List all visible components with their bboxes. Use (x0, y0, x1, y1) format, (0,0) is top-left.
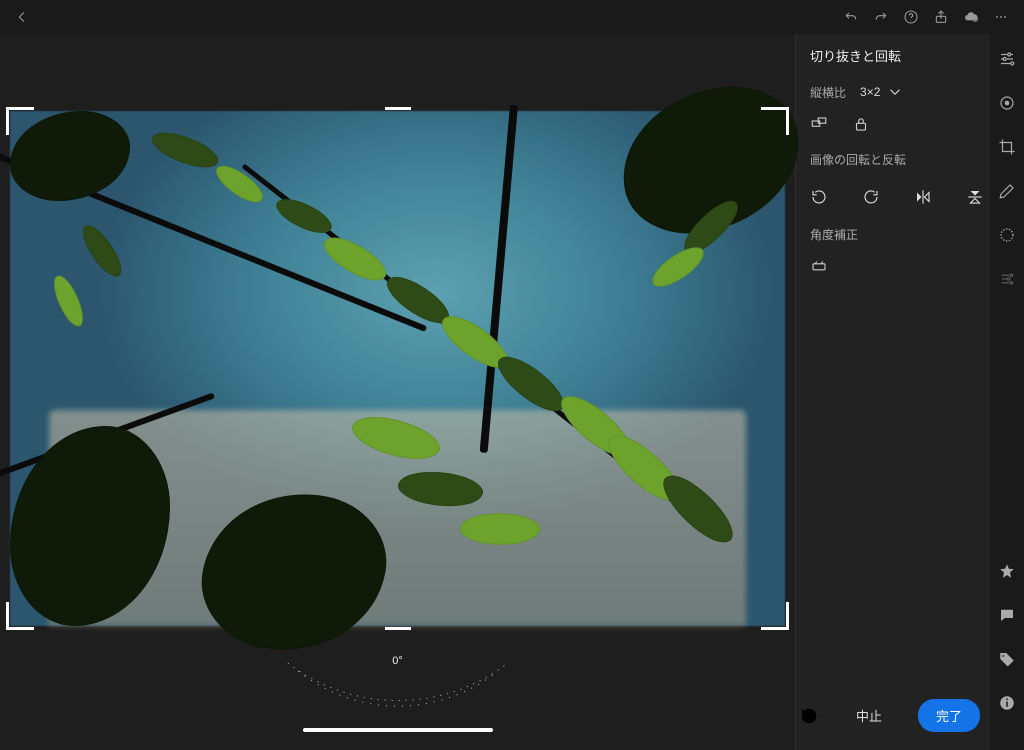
cloud-sync-icon[interactable] (956, 3, 986, 31)
home-indicator (0, 722, 795, 750)
aspect-value: 3×2 (860, 85, 880, 99)
rotate-right-button[interactable] (862, 186, 880, 208)
undo-button[interactable] (836, 3, 866, 31)
top-bar (0, 0, 1024, 34)
straighten-label: 角度補正 (810, 226, 976, 243)
share-icon[interactable] (926, 3, 956, 31)
comments-icon[interactable] (996, 604, 1018, 626)
swap-orientation-button[interactable] (810, 115, 828, 133)
adjust-tool[interactable] (996, 48, 1018, 70)
bottom-actions: 中止 完了 (798, 699, 980, 732)
photo-content (10, 111, 785, 626)
rotate-flip-label: 画像の回転と反転 (810, 151, 976, 168)
color-tool[interactable] (996, 92, 1018, 114)
presets-tool[interactable] (996, 268, 1018, 290)
tool-rail (990, 34, 1024, 750)
angle-dial[interactable] (278, 653, 518, 723)
flip-horizontal-button[interactable] (914, 186, 932, 208)
info-icon[interactable] (996, 692, 1018, 714)
rating-icon[interactable] (996, 560, 1018, 582)
panel-title: 切り抜きと回転 (810, 46, 976, 65)
aspect-select[interactable]: 3×2 (860, 83, 904, 101)
done-button[interactable]: 完了 (918, 699, 980, 732)
aspect-label: 縦横比 (810, 84, 846, 101)
auto-straighten-button[interactable] (810, 257, 828, 275)
help-button[interactable] (896, 3, 926, 31)
healing-tool[interactable] (996, 180, 1018, 202)
redo-button[interactable] (866, 3, 896, 31)
canvas[interactable] (0, 34, 795, 677)
reset-button[interactable] (798, 705, 820, 727)
photo-crop-area[interactable] (10, 111, 785, 626)
flip-vertical-button[interactable] (966, 186, 984, 208)
more-icon[interactable] (986, 3, 1016, 31)
rotate-left-button[interactable] (810, 186, 828, 208)
mask-tool[interactable] (996, 224, 1018, 246)
chevron-down-icon (886, 83, 904, 101)
back-button[interactable] (8, 3, 36, 31)
lock-aspect-button[interactable] (852, 115, 870, 133)
tag-icon[interactable] (996, 648, 1018, 670)
cancel-button[interactable]: 中止 (848, 700, 890, 731)
crop-panel: 切り抜きと回転 縦横比 3×2 画像の回転と反転 角度補正 (795, 34, 990, 750)
crop-tool[interactable] (996, 136, 1018, 158)
